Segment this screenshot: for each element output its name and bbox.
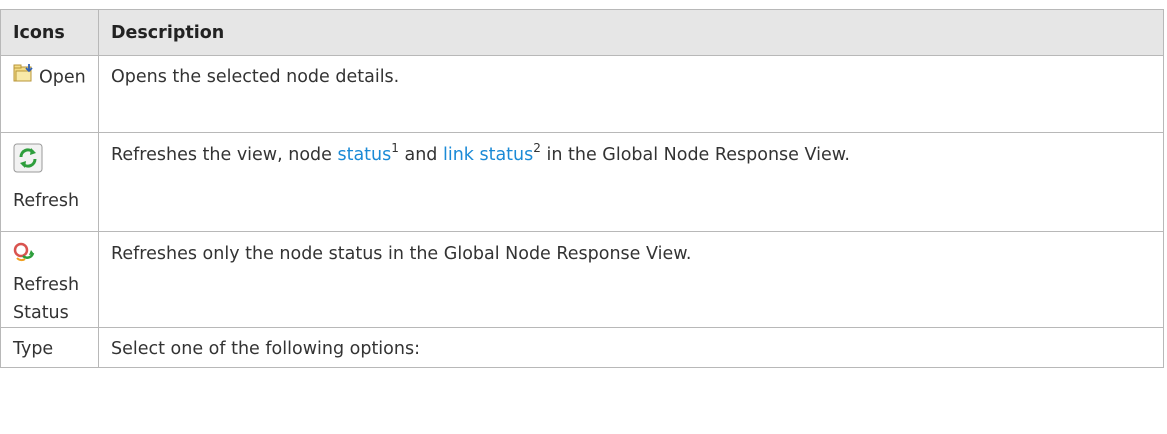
footnote-2: 2 (533, 141, 541, 156)
status-link[interactable]: status (337, 145, 391, 165)
description-cell-type: Select one of the following options: (98, 327, 1164, 368)
type-label: Type (0, 327, 99, 368)
refresh-status-icon[interactable] (13, 240, 35, 271)
table-row: Open Opens the selected node details. (0, 55, 1164, 133)
open-folder-icon[interactable] (13, 63, 35, 92)
table-header-row: Icons Description (0, 9, 1164, 56)
table-row: Type Select one of the following options… (0, 327, 1164, 368)
refresh-label: Refresh (13, 191, 80, 211)
description-cell-refresh: Refreshes the view, node status1 and lin… (98, 132, 1164, 232)
icon-cell-open: Open (0, 55, 99, 133)
header-description: Description (98, 9, 1164, 56)
link-status-link[interactable]: link status (443, 145, 533, 165)
refresh-desc-prefix: Refreshes the view, node (111, 145, 338, 165)
refresh-status-label-line1: Refresh (13, 275, 80, 295)
refresh-icon[interactable] (13, 143, 43, 173)
refresh-desc-middle: and (398, 145, 443, 165)
footnote-1: 1 (391, 141, 399, 156)
table-row: Refresh Status Refreshes only the node s… (0, 231, 1164, 328)
icons-description-table: Icons Description Open Opens the selecte… (0, 9, 1164, 368)
table-row: Refresh Refreshes the view, node status1… (0, 132, 1164, 232)
header-icons: Icons (0, 9, 99, 56)
icon-cell-refresh: Refresh (0, 132, 99, 232)
open-label: Open (39, 67, 86, 88)
refresh-status-label-line2: Status (13, 303, 69, 323)
description-cell-refresh-status: Refreshes only the node status in the Gl… (98, 231, 1164, 328)
description-cell-open: Opens the selected node details. (98, 55, 1164, 133)
icon-cell-refresh-status: Refresh Status (0, 231, 99, 328)
refresh-desc-suffix: in the Global Node Response View. (540, 145, 850, 165)
